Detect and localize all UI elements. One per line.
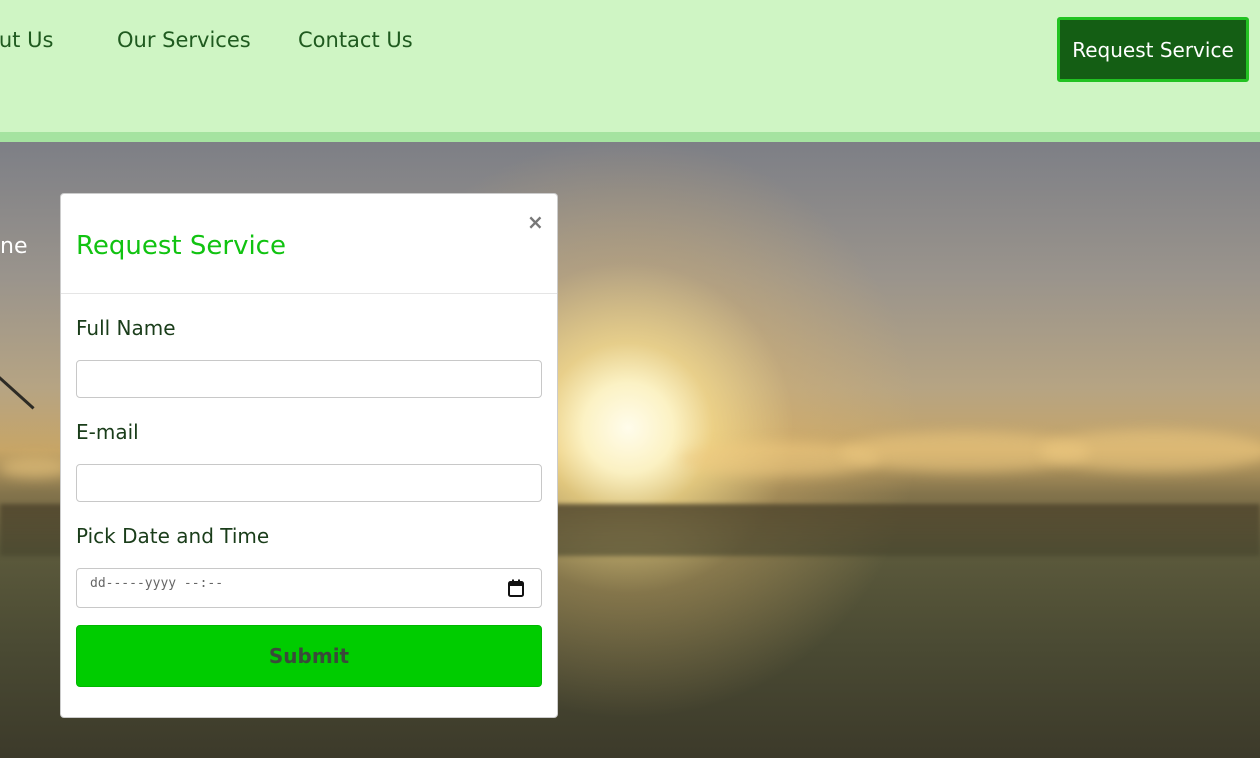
date-time-input[interactable]: dd-----yyyy --:-- (76, 568, 542, 608)
request-service-modal: Request Service × Full Name E-mail Pick … (60, 193, 558, 718)
full-name-input[interactable] (76, 360, 542, 398)
top-navbar: out Us Our Services Contact Us Request S… (0, 0, 1260, 132)
wind-turbine-blade (0, 364, 35, 410)
date-time-label: Pick Date and Time (76, 524, 270, 548)
hero-heading-fragment: ne (0, 234, 28, 259)
modal-title: Request Service (76, 231, 286, 261)
date-time-placeholder: dd-----yyyy --:-- (90, 576, 224, 591)
full-name-label: Full Name (76, 316, 176, 340)
close-icon[interactable]: × (527, 212, 544, 232)
nav-link-about[interactable]: out Us (0, 28, 53, 52)
navbar-divider (0, 132, 1260, 142)
request-service-button[interactable]: Request Service (1057, 17, 1249, 82)
modal-header: Request Service × (61, 194, 557, 294)
email-label: E-mail (76, 420, 139, 444)
calendar-icon[interactable] (508, 579, 524, 597)
cloud (1040, 430, 1260, 472)
nav-link-contact[interactable]: Contact Us (298, 28, 413, 52)
email-input[interactable] (76, 464, 542, 502)
submit-button[interactable]: Submit (76, 625, 542, 687)
nav-link-services[interactable]: Our Services (117, 28, 251, 52)
